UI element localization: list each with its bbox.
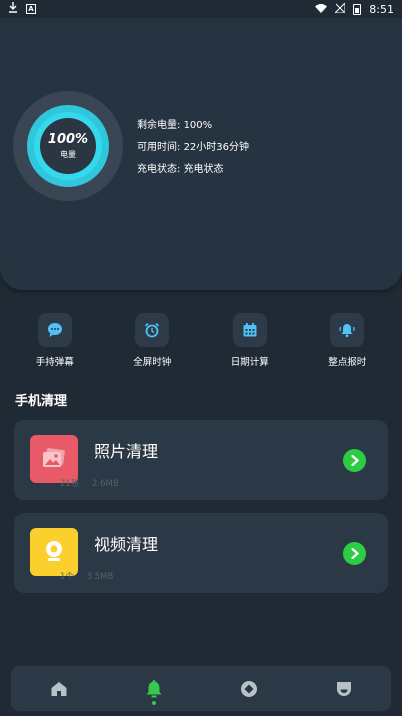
chat-bubble-icon: [37, 313, 72, 347]
nav-profile[interactable]: [314, 666, 374, 711]
info-label: 充电状态:: [137, 164, 181, 175]
calendar-icon: [232, 313, 267, 347]
tools-row: 手持弹幕 全屏时钟 日期计算 整点报时: [0, 313, 402, 373]
status-right: 8:51: [315, 1, 394, 16]
charging-status-row: 充电状态: 充电状态: [137, 159, 249, 181]
wifi-icon: [315, 3, 328, 16]
status-bar: A 8:51: [0, 0, 402, 18]
video-clean-card[interactable]: 视频清理 1个 3.5MB: [14, 513, 388, 593]
tool-date-calculator[interactable]: 日期计算: [210, 313, 290, 373]
nav-bell[interactable]: [124, 666, 184, 711]
tool-label: 日期计算: [230, 357, 269, 368]
video-size: 3.5MB: [86, 572, 114, 582]
remaining-battery-row: 剩余电量: 100%: [137, 115, 249, 137]
info-label: 剩余电量:: [137, 120, 181, 131]
battery-header-card: 100% 电量 剩余电量: 100% 可用时间: 22小时36分钟 充电状态: …: [0, 18, 402, 290]
battery-percent: 100%: [47, 132, 89, 147]
nav-compass[interactable]: [219, 666, 279, 711]
status-time: 8:51: [369, 2, 394, 16]
photo-icon: [30, 435, 78, 483]
compass-icon: [240, 680, 257, 697]
chevron-right-icon: [350, 548, 359, 559]
a-notification-icon: A: [26, 4, 36, 14]
chevron-right-icon: [350, 455, 359, 466]
battery-gauge-center: 100% 电量: [40, 118, 96, 174]
card-meta: 21张 2.6MB: [60, 477, 129, 489]
nav-home[interactable]: [29, 666, 89, 711]
download-icon: [8, 2, 18, 16]
no-signal-icon: [334, 1, 346, 16]
info-value: 22小时36分钟: [183, 142, 250, 153]
tool-label: 手持弹幕: [35, 357, 74, 368]
card-title: 照片清理: [94, 442, 159, 461]
info-value: 充电状态: [183, 164, 224, 175]
card-title: 视频清理: [94, 535, 159, 554]
bottom-nav: [11, 666, 391, 711]
tool-hourly-chime[interactable]: 整点报时: [307, 313, 387, 373]
info-label: 可用时间:: [137, 142, 181, 153]
home-icon: [51, 681, 66, 696]
tool-label: 全屏时钟: [133, 357, 172, 368]
battery-gauge-ring: 100% 电量: [34, 112, 102, 180]
video-clean-go-button[interactable]: [343, 542, 366, 565]
photo-count: 21张: [60, 479, 80, 489]
battery-gauge-label: 电量: [60, 150, 76, 159]
bell-icon: [146, 679, 161, 697]
photo-clean-card[interactable]: 照片清理 21张 2.6MB: [14, 420, 388, 500]
card-meta: 1个 3.5MB: [60, 570, 123, 582]
tool-fullscreen-clock[interactable]: 全屏时钟: [112, 313, 192, 373]
alarm-clock-icon: [135, 313, 170, 347]
photo-clean-go-button[interactable]: [343, 449, 366, 472]
battery-icon: [353, 3, 362, 15]
status-left: A: [8, 2, 36, 16]
tool-handheld-barrage[interactable]: 手持弹幕: [15, 313, 95, 373]
section-title-phone-clean: 手机清理: [15, 394, 68, 409]
available-time-row: 可用时间: 22小时36分钟: [137, 137, 249, 159]
video-icon: [30, 528, 78, 576]
battery-info: 剩余电量: 100% 可用时间: 22小时36分钟 充电状态: 充电状态: [137, 115, 249, 181]
video-count: 1个: [60, 572, 74, 582]
tool-label: 整点报时: [328, 357, 367, 368]
battery-gauge: 100% 电量: [13, 91, 123, 201]
profile-icon: [336, 681, 351, 696]
bell-ring-icon: [330, 313, 365, 347]
info-value: 100%: [183, 120, 213, 131]
photo-size: 2.6MB: [92, 479, 119, 489]
active-indicator-dot: [151, 701, 156, 705]
